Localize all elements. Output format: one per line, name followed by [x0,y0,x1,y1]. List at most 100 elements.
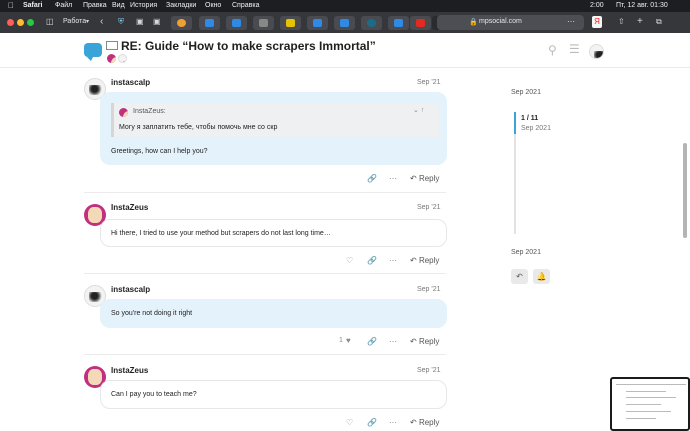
like-count[interactable]: 1 [339,337,343,344]
close-window-button[interactable] [7,19,14,26]
link-icon[interactable]: 🔗 [367,174,377,183]
tab-8[interactable] [361,16,382,30]
site-logo-icon[interactable] [84,43,102,61]
tab-9[interactable] [388,16,409,30]
timeline-end-date[interactable]: Sep 2021 [511,249,541,256]
tab-favicon [416,19,425,27]
post-username[interactable]: instascalp [111,285,150,294]
reply-button[interactable]: ↶ Reply [410,337,439,346]
reply-icon-button[interactable]: ↶ [511,269,528,284]
reply-icon: ↶ [410,337,417,346]
like-icon[interactable]: ♡ [346,256,353,265]
tab-favicon [340,19,349,27]
tab-favicon [367,19,376,27]
tab-group-label[interactable]: Работа [63,18,86,25]
page-title[interactable]: RE: Guide “How to make scrapers Immortal… [106,39,376,53]
more-icon[interactable]: ⋯ [567,17,575,26]
post-username[interactable]: instascalp [111,78,150,87]
participant-avatar[interactable] [107,54,116,63]
tab-10[interactable] [410,16,431,30]
menu-app-safari[interactable]: Safari [23,2,42,9]
apple-menu-icon[interactable]:  [8,1,14,10]
yandex-icon[interactable]: Я [592,16,602,28]
reply-icon: ↶ [410,418,417,427]
user-avatar[interactable] [589,44,604,59]
post-text: Can I pay you to teach me? [111,391,197,398]
timeline-handle[interactable] [514,112,516,134]
timeline-position[interactable]: 1 / 11 [521,115,538,122]
menu-view[interactable]: Вид [112,2,125,9]
menu-edit[interactable]: Правка [83,2,107,9]
participant-avatar[interactable] [118,54,127,63]
thumbnail-line [626,404,661,405]
link-icon[interactable]: 🔗 [367,337,377,346]
share-icon[interactable]: ⇧ [618,17,625,26]
link-icon[interactable]: 🔗 [367,418,377,427]
menubar-clock[interactable]: Пт, 12 авг. 01:30 [616,2,668,9]
quote-text: Могу я заплатить тебе, чтобы помочь мне … [119,124,278,131]
more-actions-icon[interactable]: ⋯ [389,337,397,346]
back-icon[interactable]: ‹ [100,16,103,27]
post-username[interactable]: InstaZeus [111,203,148,212]
menu-icon[interactable]: ☰ [569,42,580,56]
screenshot-thumbnail[interactable] [610,377,690,431]
tab-5[interactable] [280,16,301,30]
more-actions-icon[interactable]: ⋯ [389,174,397,183]
reply-button[interactable]: ↶ Reply [410,174,439,183]
like-icon[interactable]: ♡ [346,418,353,427]
tab-favicon [313,19,322,27]
tab-7[interactable] [334,16,355,30]
new-tab-icon[interactable]: + [637,16,643,27]
menu-help[interactable]: Справка [232,2,259,9]
tab-3[interactable] [226,16,247,30]
timeline-start-date[interactable]: Sep 2021 [511,89,541,96]
tab-favicon [205,19,214,27]
reply-button[interactable]: ↶ Reply [410,256,439,265]
quote-toggle-icon[interactable]: ⌄ ↑ [413,106,424,114]
quote-author[interactable]: InstaZeus: [133,108,166,115]
post-text: So you're not doing it right [111,310,193,317]
minimize-window-button[interactable] [17,19,24,26]
tab-overview-icon[interactable]: ⧉ [656,17,662,27]
scrollbar[interactable] [683,143,687,238]
chevron-down-icon[interactable]: ▾ [86,18,89,25]
like-icon[interactable]: ♥ [346,336,351,345]
thumbnail-line [616,384,686,385]
envelope-icon [106,41,118,50]
extension-icon-2[interactable]: ▣ [153,17,161,26]
more-actions-icon[interactable]: ⋯ [389,256,397,265]
thumbnail-line [626,397,676,398]
menu-bookmarks[interactable]: Закладки [166,2,196,9]
tab-2[interactable] [199,16,220,30]
post-date[interactable]: Sep '21 [417,367,441,374]
shield-icon[interactable]: ⛨ [118,17,124,27]
link-icon[interactable]: 🔗 [367,256,377,265]
menu-file[interactable]: Файл [55,2,72,9]
tab-4[interactable] [253,16,274,30]
post-date[interactable]: Sep '21 [417,204,441,211]
post-date[interactable]: Sep '21 [417,286,441,293]
post-divider [84,192,446,193]
tab-favicon [286,19,295,27]
reply-icon: ↶ [410,256,417,265]
url-text[interactable]: mpsocial.com [479,18,522,25]
reply-button[interactable]: ↶ Reply [410,418,439,427]
search-icon[interactable]: ⚲ [548,43,557,57]
notification-bell-icon[interactable]: 🔔 [533,269,550,284]
quote-avatar [119,108,128,117]
tab-6[interactable] [307,16,328,30]
reply-label: Reply [418,174,440,183]
tab-1[interactable] [171,16,192,30]
topic-title-text[interactable]: RE: Guide “How to make scrapers Immortal… [121,39,376,53]
extension-icon[interactable]: ▣ [136,17,144,26]
thumbnail-line [626,418,656,419]
sidebar-icon[interactable]: ◫ [46,17,54,26]
reply-label: Reply [418,337,440,346]
post-username[interactable]: InstaZeus [111,366,148,375]
more-actions-icon[interactable]: ⋯ [389,418,397,427]
post-divider [84,273,446,274]
menu-history[interactable]: История [130,2,157,9]
zoom-window-button[interactable] [27,19,34,26]
post-date[interactable]: Sep '21 [417,79,441,86]
menu-window[interactable]: Окно [205,2,221,9]
